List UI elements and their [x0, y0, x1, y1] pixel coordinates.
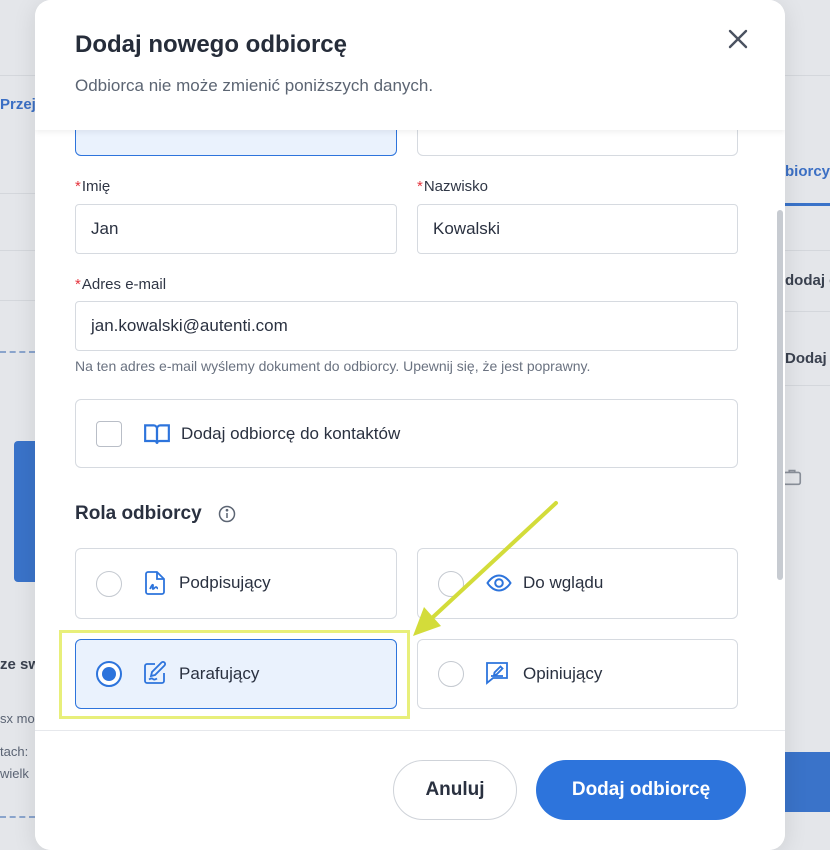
close-icon[interactable]: [725, 26, 751, 52]
bg-fragment-zesw: ze sw: [0, 656, 35, 673]
role-option-reviewer[interactable]: Opiniujący: [417, 639, 738, 709]
last-name-field[interactable]: Kowalski: [417, 204, 738, 254]
bg-tab-underline: [785, 203, 830, 206]
bg-fragment-wielk: wielk: [0, 766, 29, 781]
bg-divider: [785, 385, 830, 386]
signature-document-icon: [145, 571, 165, 595]
comment-pen-icon: [486, 662, 508, 685]
bg-dashed-line: [0, 816, 35, 818]
email-label: *Adres e-mail: [75, 276, 167, 293]
add-recipient-modal: *Imię Jan *Nazwisko Kowalski *Adres e-ma…: [35, 0, 785, 850]
email-hint: Na ten adres e-mail wyślemy dokument do …: [75, 358, 591, 374]
add-recipient-button[interactable]: Dodaj odbiorcę: [536, 760, 746, 820]
role-signer-radio[interactable]: [96, 571, 122, 597]
bg-blue-button-edge: [785, 752, 830, 812]
bg-divider: [785, 75, 830, 76]
modal-footer: Anuluj Dodaj odbiorcę: [35, 730, 785, 850]
role-option-initialer[interactable]: Parafujący: [75, 639, 397, 709]
role-viewer-label: Do wglądu: [523, 573, 604, 592]
bg-fragment-przej: Przej: [0, 96, 35, 113]
role-reviewer-label: Opiniujący: [523, 664, 603, 683]
bg-fragment-sxmo: sx mo: [0, 711, 35, 726]
role-option-signer[interactable]: Podpisujący: [75, 548, 397, 619]
modal-scrollbar[interactable]: [777, 210, 783, 580]
initial-pen-icon: [144, 661, 166, 684]
role-section-title: Rola odbiorcy: [75, 503, 202, 524]
role-option-viewer[interactable]: Do wglądu: [417, 548, 738, 619]
bg-divider: [0, 193, 35, 194]
info-icon[interactable]: [218, 505, 236, 523]
bg-fragment-odbiorcy: biorcy: [785, 163, 830, 180]
bg-divider: [785, 250, 830, 251]
modal-title: Dodaj nowego odbiorcę: [75, 31, 348, 58]
role-initialer-label: Parafujący: [179, 664, 260, 683]
bg-divider: [0, 75, 35, 76]
role-viewer-radio[interactable]: [438, 571, 464, 597]
add-to-contacts-card[interactable]: Dodaj odbiorcę do kontaktów: [75, 399, 738, 468]
bg-divider: [0, 300, 35, 301]
first-name-label: *Imię: [75, 178, 111, 195]
book-icon: [144, 424, 170, 444]
eye-icon: [486, 574, 512, 592]
bg-divider: [785, 311, 830, 312]
role-reviewer-radio[interactable]: [438, 661, 464, 687]
first-name-field[interactable]: Jan: [75, 204, 397, 254]
cancel-button[interactable]: Anuluj: [393, 760, 517, 820]
bg-fragment-tach: tach:: [0, 744, 29, 759]
modal-header: Dodaj nowego odbiorcę Odbiorca nie może …: [35, 0, 785, 130]
email-field[interactable]: jan.kowalski@autenti.com: [75, 301, 738, 351]
modal-subtitle: Odbiorca nie może zmienić poniższych dan…: [75, 76, 434, 95]
bg-fragment-dodaj1: dodaj o: [785, 272, 830, 289]
bg-divider: [0, 250, 35, 251]
bg-fragment-dodaj2: Dodaj o: [785, 350, 830, 367]
last-name-label: *Nazwisko: [417, 178, 489, 195]
role-initialer-radio[interactable]: [96, 661, 122, 687]
bg-dashed-line: [0, 351, 35, 353]
role-signer-label: Podpisujący: [179, 573, 271, 592]
add-to-contacts-checkbox[interactable]: [96, 421, 122, 447]
add-to-contacts-label: Dodaj odbiorcę do kontaktów: [181, 424, 401, 443]
